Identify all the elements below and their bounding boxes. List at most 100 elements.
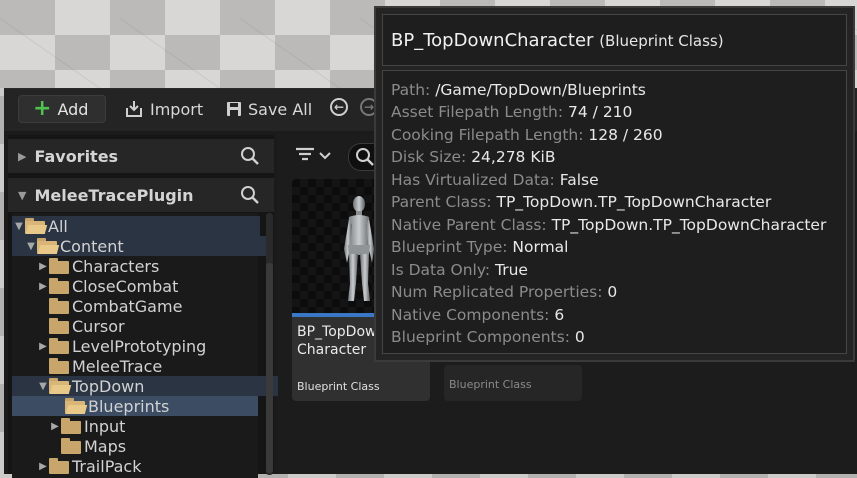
- tree-item-label: LevelPrototyping: [72, 336, 207, 356]
- asset-tooltip: BP_TopDownCharacter (Blueprint Class) Pa…: [374, 6, 855, 362]
- tooltip-row: Has Virtualized Data: False: [391, 171, 599, 189]
- tooltip-row: Cooking Filepath Length: 128 / 260: [391, 126, 663, 144]
- asset-class-label: Blueprint Class: [297, 380, 380, 393]
- filter-button[interactable]: [294, 145, 334, 170]
- tooltip-row: Asset Filepath Length: 74 / 210: [391, 103, 632, 121]
- property-value: True: [495, 261, 528, 279]
- tree-item-content[interactable]: ▼ Content: [12, 236, 272, 256]
- property-value: Normal: [512, 238, 569, 256]
- search-icon[interactable]: [240, 185, 260, 209]
- folder-icon: [48, 458, 70, 474]
- property-value: TP_TopDown.TP_TopDownCharacter: [551, 216, 827, 234]
- collapse-arrow-icon: ▶: [39, 280, 47, 292]
- collapse-arrow-icon: ▶: [39, 460, 47, 472]
- back-arrow-icon[interactable]: ←: [330, 98, 348, 116]
- tree-item-cursor[interactable]: Cursor: [12, 316, 284, 336]
- property-value: 24,278 KiB: [471, 148, 556, 166]
- property-key: Cooking Filepath Length:: [391, 126, 589, 144]
- sources-panel: ▶ Favorites ▼ MeleeTracePlugin ▼ All ▼ C…: [8, 135, 284, 478]
- property-key: Native Components:: [391, 306, 555, 324]
- property-value: 6: [554, 306, 565, 324]
- collapse-arrow-icon: ▶: [51, 420, 59, 432]
- property-value: 128 / 260: [588, 126, 663, 144]
- tree-item-levelprototyping[interactable]: ▶ LevelPrototyping: [12, 336, 284, 356]
- plugin-header[interactable]: ▼ MeleeTracePlugin: [8, 178, 274, 212]
- tree-item-label: All: [48, 216, 68, 236]
- save-all-label: Save All: [248, 99, 313, 119]
- tree-item-label: CombatGame: [72, 296, 183, 316]
- tree-item-label: Input: [84, 416, 126, 436]
- folder-icon: [48, 338, 70, 354]
- tree-item-meleetrace[interactable]: MeleeTrace: [12, 356, 284, 376]
- property-key: Asset Filepath Length:: [391, 103, 569, 121]
- tree-item-label: Content: [60, 236, 124, 256]
- search-icon[interactable]: [240, 146, 260, 170]
- property-value: /Game/TopDown/Blueprints: [435, 81, 646, 99]
- favorites-header[interactable]: ▶ Favorites: [8, 139, 274, 173]
- search-icon: [356, 148, 374, 166]
- folder-open-icon: [36, 238, 60, 254]
- collapse-arrow-icon: ▶: [39, 260, 47, 272]
- tree-item-trailpack[interactable]: ▶ TrailPack: [12, 456, 284, 476]
- add-button[interactable]: + Add: [18, 95, 106, 123]
- import-button[interactable]: Import: [124, 95, 203, 123]
- tooltip-row: Is Data Only: True: [391, 261, 528, 279]
- tree-scrollbar-thumb[interactable]: [266, 263, 273, 473]
- property-key: Num Replicated Properties:: [391, 283, 608, 301]
- asset-name: BP_TopDow Character: [297, 323, 376, 359]
- property-value: 0: [607, 283, 618, 301]
- folder-open-icon: [64, 398, 88, 414]
- tree-item-label: MeleeTrace: [72, 356, 163, 376]
- property-value: TP_TopDown.TP_TopDownCharacter: [496, 193, 772, 211]
- property-key: Path:: [391, 81, 436, 99]
- tooltip-row: Native Parent Class: TP_TopDown.TP_TopDo…: [391, 216, 826, 234]
- tree-item-closecombat[interactable]: ▶ CloseCombat: [12, 276, 284, 296]
- tooltip-row: Parent Class: TP_TopDown.TP_TopDownChara…: [391, 193, 771, 211]
- property-key: Parent Class:: [391, 193, 497, 211]
- tree-item-maps[interactable]: Maps: [12, 436, 296, 456]
- save-all-button[interactable]: Save All: [226, 95, 312, 123]
- tree-item-input[interactable]: ▶ Input: [12, 416, 296, 436]
- favorites-label: Favorites: [34, 146, 119, 166]
- import-icon: [126, 101, 142, 117]
- folder-icon: [48, 298, 70, 314]
- tooltip-asset-class: (Blueprint Class): [599, 32, 724, 50]
- collapse-arrow-icon: ▶: [39, 340, 47, 352]
- folder-icon: [48, 358, 70, 374]
- tree-item-combatgame[interactable]: CombatGame: [12, 296, 284, 316]
- tree-item-label: TopDown: [72, 376, 145, 396]
- add-button-label: Add: [57, 99, 89, 119]
- tooltip-row: Disk Size: 24,278 KiB: [391, 148, 555, 166]
- property-value: False: [559, 171, 599, 189]
- property-key: Native Parent Class:: [391, 216, 552, 234]
- asset-class-label: Blueprint Class: [449, 378, 532, 391]
- tree-item-characters[interactable]: ▶ Characters: [12, 256, 284, 276]
- tooltip-row: Num Replicated Properties: 0: [391, 283, 617, 301]
- folder-icon: [48, 278, 70, 294]
- folder-icon: [48, 318, 70, 334]
- folder-open-icon: [24, 218, 48, 234]
- tree-item-all[interactable]: ▼ All: [12, 216, 260, 236]
- expand-arrow-icon: ▼: [15, 220, 23, 232]
- property-key: Blueprint Type:: [391, 238, 513, 256]
- asset-name-line2: Character: [297, 342, 367, 358]
- filter-icon: [296, 147, 331, 161]
- folder-open-icon: [48, 378, 72, 394]
- asset-name-line1: BP_TopDow: [297, 324, 377, 340]
- tooltip-asset-name: BP_TopDownCharacter: [391, 30, 594, 51]
- tree-item-label: CloseCombat: [72, 276, 179, 296]
- property-value: 74 / 210: [568, 103, 633, 121]
- property-key: Is Data Only:: [391, 261, 496, 279]
- expand-arrow-icon: ▼: [39, 380, 47, 392]
- tree-item-label: Maps: [84, 436, 127, 456]
- tooltip-title: BP_TopDownCharacter (Blueprint Class): [391, 30, 724, 51]
- tree-item-blueprints[interactable]: Blueprints: [12, 396, 258, 416]
- property-value: 0: [574, 328, 585, 346]
- import-button-label: Import: [150, 99, 204, 119]
- plus-icon: +: [33, 96, 52, 121]
- expand-arrow-icon: ▼: [27, 240, 35, 252]
- tooltip-header: BP_TopDownCharacter (Blueprint Class): [382, 14, 847, 66]
- folder-tree: ▼ All ▼ Content ▶ Characters ▶ CloseComb…: [12, 213, 284, 478]
- tree-item-topdown[interactable]: ▼ TopDown: [12, 376, 284, 396]
- asset-tile-2[interactable]: Blueprint Class: [444, 365, 582, 401]
